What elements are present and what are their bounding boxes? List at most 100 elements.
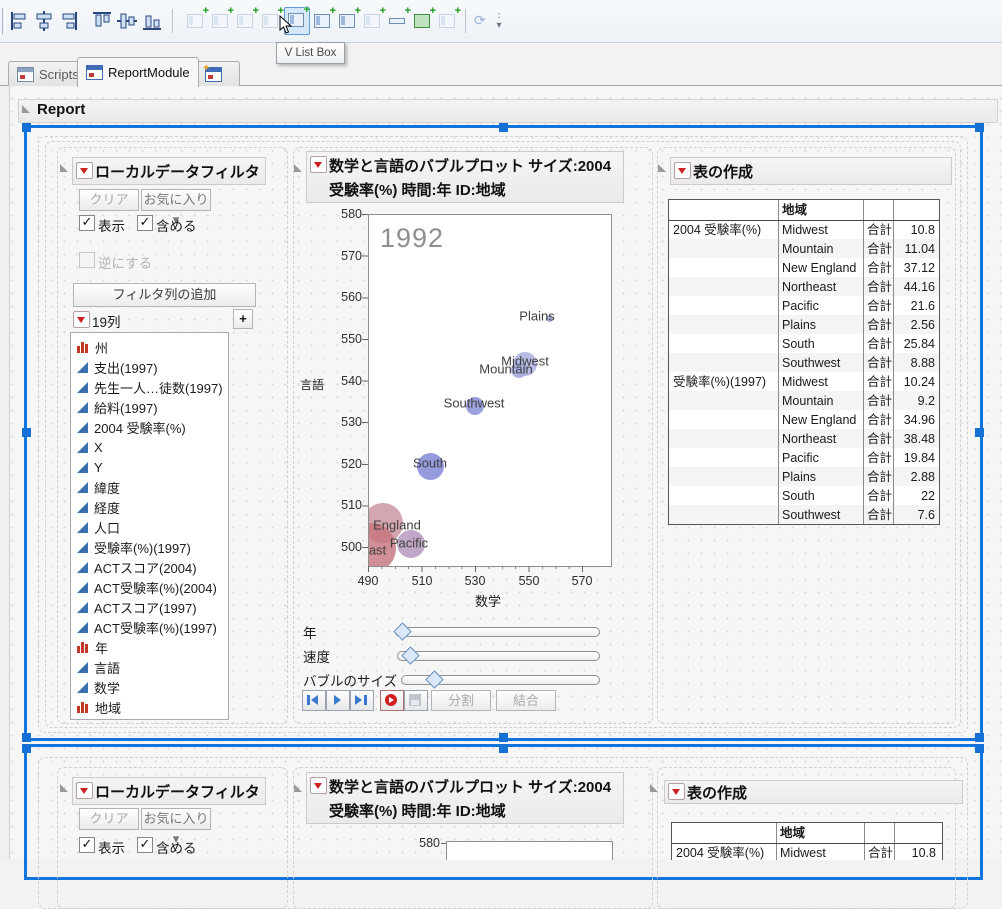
filter2-collapse-icon[interactable] [60, 784, 68, 792]
favorites2-button[interactable]: お気に入り ▾ [141, 808, 211, 830]
bubble2-collapse-icon[interactable] [294, 784, 302, 792]
play-button[interactable] [326, 690, 350, 711]
align-left-icon[interactable] [7, 8, 31, 34]
clear2-button[interactable]: クリア [79, 808, 139, 830]
align-right-icon[interactable] [57, 8, 81, 34]
show2-checkbox[interactable]: ✓ [79, 837, 95, 853]
list-item[interactable]: ACT受験率(%)(2004) [77, 577, 217, 597]
list-item[interactable]: 2004 受験率(%) [77, 417, 186, 437]
bubble-menu-icon[interactable] [310, 156, 327, 173]
add-button-box-icon[interactable]: + [411, 9, 435, 33]
selection-handle-tr[interactable] [975, 123, 984, 132]
align-bottom-icon[interactable] [140, 8, 164, 34]
bubble2-menu-icon[interactable] [310, 777, 327, 794]
refresh-icon[interactable]: ⟳ [470, 9, 494, 33]
list-item[interactable]: 州 [77, 337, 108, 357]
list-item[interactable]: X [77, 437, 103, 457]
bubble2-plot-frame[interactable] [446, 841, 613, 860]
y-tick: 510 [332, 498, 362, 512]
selection-handle-br[interactable] [975, 733, 984, 742]
continuous-icon [77, 482, 88, 493]
toolbar-overflow-icon[interactable]: ∶▾ [494, 12, 504, 30]
combine-button[interactable]: 結合 [496, 690, 556, 711]
bubble-plot-frame[interactable]: 1992 Plains Midwest Mountain Southwest S… [368, 214, 612, 567]
toolbar-drag-handle[interactable] [2, 8, 6, 34]
bubble-collapse-icon[interactable] [294, 164, 302, 172]
selection2-handle-tr[interactable] [975, 744, 984, 753]
selection-handle-tm[interactable] [499, 123, 508, 132]
list-item[interactable]: Y [77, 457, 103, 477]
step-forward-button[interactable] [350, 690, 374, 711]
speed-slider-track[interactable] [397, 651, 600, 661]
filter-menu-icon[interactable] [76, 162, 93, 179]
align-center-icon[interactable] [32, 8, 56, 34]
favorites-button[interactable]: お気に入り ▾ [141, 189, 211, 211]
include2-checkbox[interactable]: ✓ [137, 837, 153, 853]
list-item[interactable]: 給料(1997) [77, 397, 158, 417]
row-value: 10.8 [894, 844, 940, 863]
split-button[interactable]: 分割 [431, 690, 491, 711]
report-module-tab-icon [86, 65, 103, 80]
filter-collapse-icon[interactable] [60, 164, 68, 172]
add-spacer-box-icon[interactable]: + [386, 9, 410, 33]
add-other-box-icon[interactable]: + [436, 9, 460, 33]
year-slider-track[interactable] [395, 627, 600, 637]
list-item[interactable]: 緯度 [77, 477, 120, 497]
selection-handle-bl[interactable] [22, 733, 31, 742]
list-item[interactable]: ACT受験率(%)(1997) [77, 617, 217, 637]
add-border-box-icon[interactable]: + [234, 9, 258, 33]
selection-handle-mr[interactable] [975, 428, 984, 437]
add-col-list-box-icon[interactable]: + [361, 9, 385, 33]
align-top-icon[interactable] [90, 8, 114, 34]
list-item[interactable]: 支出(1997) [77, 357, 158, 377]
table2-title: 表の作成 [687, 782, 747, 803]
list-item[interactable]: 年 [77, 637, 108, 657]
table-menu-icon[interactable] [674, 162, 691, 179]
table2-collapse-icon[interactable] [650, 784, 658, 792]
clear-button[interactable]: クリア [79, 189, 139, 211]
report-collapse-icon[interactable] [22, 105, 30, 113]
filter2-menu-icon[interactable] [76, 782, 93, 799]
list-item[interactable]: 人口 [77, 517, 120, 537]
list-item[interactable]: 先生一人…徒数(1997) [77, 377, 223, 397]
table2-menu-icon[interactable] [668, 783, 685, 800]
selection-handle-tl[interactable] [22, 123, 31, 132]
row-region: Southwest [778, 354, 863, 373]
add-outline-box-icon[interactable]: + [184, 9, 208, 33]
list-item[interactable]: ACTスコア(1997) [77, 597, 197, 617]
continuous-icon [77, 402, 88, 413]
row-agg: 合計 [863, 297, 893, 316]
add-tab-box-icon[interactable]: + [336, 9, 360, 33]
list-item[interactable]: 数学 [77, 677, 120, 697]
align-middle-icon[interactable] [115, 8, 139, 34]
list-item[interactable]: 言語 [77, 657, 120, 677]
list-item[interactable]: 地域 [77, 697, 121, 717]
invert-checkbox[interactable] [79, 252, 95, 268]
selection-handle-bm[interactable] [499, 733, 508, 742]
add-h-list-box-icon[interactable]: + [311, 9, 335, 33]
list-item[interactable]: 受験率(%)(1997) [77, 537, 191, 557]
record-button[interactable] [380, 690, 404, 711]
list-item[interactable]: 経度 [77, 497, 120, 517]
nominal-icon [77, 342, 89, 353]
add-panel-box-icon[interactable]: + [209, 9, 233, 33]
save-button[interactable] [404, 690, 428, 711]
selection2-handle-tm[interactable] [499, 744, 508, 753]
step-back-button[interactable] [302, 690, 326, 711]
continuous-icon [77, 542, 88, 553]
add-column-button[interactable]: + [233, 309, 253, 329]
include-checkbox[interactable]: ✓ [137, 215, 153, 231]
add-filter-columns-button[interactable]: フィルタ列の追加 [73, 283, 256, 307]
selection-handle-ml[interactable] [22, 428, 31, 437]
show-label: 表示 [98, 215, 125, 235]
tab-report-module[interactable]: ReportModule [77, 57, 199, 87]
tab-scripts[interactable]: Scripts [8, 61, 88, 86]
row-value: 21.6 [893, 297, 939, 316]
tab-new-module[interactable]: ✦ [196, 61, 240, 86]
columns-menu-icon[interactable] [73, 311, 90, 328]
summary-table-2: 地域 2004 受験率(%) Midwest 合計 10.8 [671, 822, 943, 860]
selection2-handle-tl[interactable] [22, 744, 31, 753]
table-collapse-icon[interactable] [658, 164, 666, 172]
list-item[interactable]: ACTスコア(2004) [77, 557, 197, 577]
show-checkbox[interactable]: ✓ [79, 215, 95, 231]
